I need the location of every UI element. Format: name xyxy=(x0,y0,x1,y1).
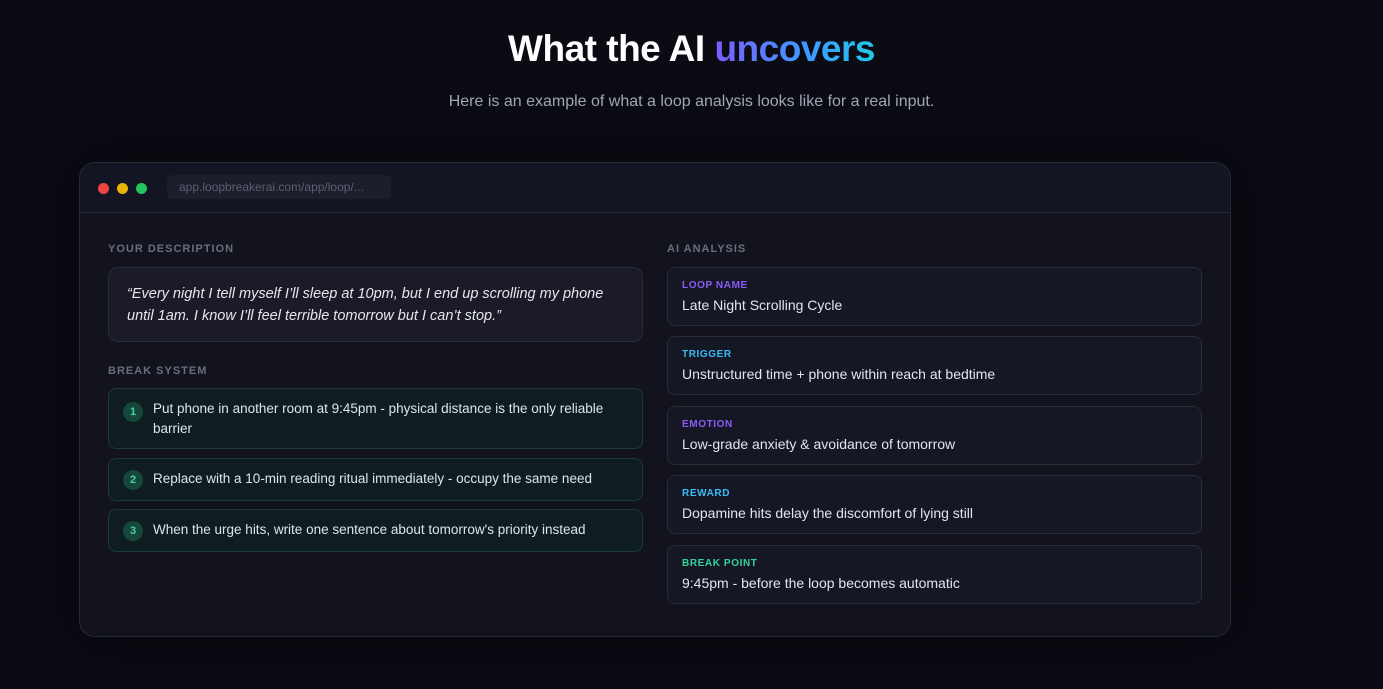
user-description-quote: “Every night I tell myself I’ll sleep at… xyxy=(108,267,643,342)
page: What the AI uncovers Here is an example … xyxy=(0,0,1383,689)
analysis-card-break-point: BREAK POINT 9:45pm - before the loop bec… xyxy=(667,545,1202,604)
analysis-card-trigger: TRIGGER Unstructured time + phone within… xyxy=(667,336,1202,395)
break-system-section-label: BREAK SYSTEM xyxy=(108,365,208,377)
title-accent: uncovers xyxy=(714,28,875,69)
card-label: TRIGGER xyxy=(682,349,732,360)
break-step: 1 Put phone in another room at 9:45pm - … xyxy=(108,388,643,449)
step-number-badge: 1 xyxy=(123,402,143,422)
browser-window: app.loopbreakerai.com/app/loop/... YOUR … xyxy=(79,162,1231,637)
address-bar[interactable]: app.loopbreakerai.com/app/loop/... xyxy=(167,175,391,199)
page-subtitle: Here is an example of what a loop analys… xyxy=(448,93,935,110)
step-number-badge: 3 xyxy=(123,521,143,541)
analysis-card-reward: REWARD Dopamine hits delay the discomfor… xyxy=(667,475,1202,534)
card-label: EMOTION xyxy=(682,419,733,430)
card-label: LOOP NAME xyxy=(682,280,748,291)
card-label: REWARD xyxy=(682,488,731,499)
ai-analysis-section-label: AI ANALYSIS xyxy=(667,243,747,255)
step-text: When the urge hits, write one sentence a… xyxy=(153,522,586,537)
break-step: 3 When the urge hits, write one sentence… xyxy=(108,509,643,552)
minimize-window-dot[interactable] xyxy=(117,183,128,194)
close-window-dot[interactable] xyxy=(98,183,109,194)
description-section-label: YOUR DESCRIPTION xyxy=(108,243,235,255)
step-number-badge: 2 xyxy=(123,470,143,490)
page-title: What the AI uncovers xyxy=(0,28,1383,70)
title-prefix: What the AI xyxy=(508,28,715,69)
card-value: 9:45pm - before the loop becomes automat… xyxy=(682,575,960,591)
card-value: Dopamine hits delay the discomfort of ly… xyxy=(682,505,974,521)
browser-titlebar: app.loopbreakerai.com/app/loop/... xyxy=(80,163,1230,213)
analysis-card-emotion: EMOTION Low-grade anxiety & avoidance of… xyxy=(667,406,1202,465)
card-label: BREAK POINT xyxy=(682,558,758,569)
step-text: Replace with a 10-min reading ritual imm… xyxy=(153,471,592,486)
card-value: Unstructured time + phone within reach a… xyxy=(682,366,996,382)
maximize-window-dot[interactable] xyxy=(136,183,147,194)
step-text: Put phone in another room at 9:45pm - ph… xyxy=(153,401,604,436)
break-step: 2 Replace with a 10-min reading ritual i… xyxy=(108,458,643,501)
card-value: Late Night Scrolling Cycle xyxy=(682,297,843,313)
card-value: Low-grade anxiety & avoidance of tomorro… xyxy=(682,436,956,452)
analysis-card-loop-name: LOOP NAME Late Night Scrolling Cycle xyxy=(667,267,1202,326)
